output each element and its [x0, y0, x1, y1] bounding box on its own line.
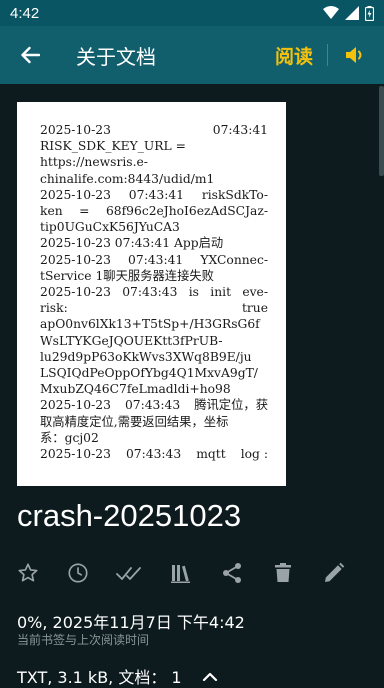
document-line: WsLTYKGeJQOUEKtt3fPrUB-	[40, 333, 223, 348]
document-line-part: ken	[40, 204, 63, 219]
progress-and-time: 0%, 2025年11月7日 下午4:42	[17, 613, 245, 632]
document-line-part: is	[188, 285, 199, 300]
document-line-part: 07:43:41	[128, 252, 184, 267]
document-line-part: 07:43:43	[125, 447, 182, 462]
status-time: 4:42	[10, 4, 40, 22]
document-line: ken = 68f96c2eJhoI6ezAdSCJaz-	[40, 203, 268, 219]
document-line-part: 68f96c2eJhoI6ezAdSCJaz-	[105, 204, 268, 219]
toolbar-divider	[327, 44, 328, 66]
favorite-button[interactable]	[11, 556, 45, 590]
app-bar: 关于文档 阅读	[0, 26, 384, 84]
document-line: chinalife.com:8443/udid/m1	[40, 171, 215, 186]
document-line: RISK_SDK_KEY_URL =	[40, 139, 186, 154]
document-line: MxubZQ46C7feLmadldi+ho98	[40, 382, 231, 397]
clock-icon	[67, 562, 89, 584]
double-check-icon	[116, 562, 142, 584]
document-line: 2025-10-23 07:43:41 riskSdkTo-	[40, 187, 268, 203]
document-line: lu29d9pP63oKkWvs3XWq8B9E/ju	[40, 349, 252, 364]
trash-icon	[273, 562, 293, 584]
page-title: 关于文档	[76, 44, 156, 69]
edit-button[interactable]	[317, 556, 351, 590]
document-line: 2025-10-23 07:43:41	[40, 122, 268, 138]
document-line: tService 1聊天服务器连接失败	[40, 268, 214, 283]
mark-read-button[interactable]	[112, 556, 146, 590]
share-button[interactable]	[215, 556, 249, 590]
file-info-text: TXT, 3.1 kB, 文档： 1	[17, 668, 182, 687]
back-button[interactable]	[2, 26, 58, 84]
speaker-icon	[345, 45, 365, 65]
library-button[interactable]	[164, 556, 198, 590]
document-line: 2025-10-23 07:43:43 腾讯定位，获	[40, 397, 268, 413]
read-button[interactable]: 阅读	[275, 42, 313, 69]
document-line-part: =	[79, 204, 90, 219]
document-line-part: YXConnec-	[200, 252, 268, 267]
star-outline-icon	[17, 562, 39, 584]
document-line-part: eve-	[242, 285, 268, 300]
document-line-part: init	[210, 285, 232, 300]
document-line-part: log :	[240, 447, 268, 462]
document-preview[interactable]: 2025-10-23 07:43:41 RISK_SDK_KEY_URL = http…	[17, 102, 286, 486]
document-line: 2025-10-23 07:43:41 App启动	[40, 236, 224, 251]
document-line: https://newsris.e-	[40, 155, 148, 170]
document-line-part: 07:43:41	[128, 187, 184, 202]
library-icon	[170, 562, 192, 584]
scrollbar[interactable]	[379, 86, 384, 176]
document-line: risk: true	[40, 300, 268, 316]
document-line-part: riskSdkTo-	[201, 187, 268, 202]
document-line-part: 07:43:43	[124, 398, 181, 413]
chevron-up-icon	[202, 671, 218, 681]
document-line-part: risk:	[40, 301, 68, 316]
document-line: 2025-10-23 07:43:43 mqtt log :	[40, 446, 268, 462]
battery-icon	[365, 5, 374, 21]
document-line-part: 2025-10-23	[40, 447, 111, 462]
pencil-icon	[323, 562, 345, 584]
document-line: 2025-10-23 07:43:41 YXConnec-	[40, 252, 268, 268]
delete-button[interactable]	[266, 556, 300, 590]
arrow-back-icon	[20, 46, 40, 64]
document-line: LSQIQdPeOppOfYbg4Q1MxvA9gT/	[40, 366, 258, 381]
document-line-part: 2025-10-23	[40, 285, 111, 300]
document-line: tip0UGuCxK56JYuCA3	[40, 220, 180, 235]
document-line-part: 07:43:41	[212, 123, 268, 137]
signal-icon	[345, 6, 359, 20]
wifi-icon	[323, 6, 339, 20]
progress-caption: 当前书签与上次阅读时间	[17, 633, 150, 647]
document-line: 2025-10-23 07:43:43 is init eve-	[40, 284, 268, 300]
action-toolbar	[0, 556, 384, 590]
status-icons	[323, 5, 374, 21]
file-info[interactable]: TXT, 3.1 kB, 文档： 1	[17, 664, 218, 688]
document-line-part: 腾讯定位，获	[194, 398, 268, 413]
share-icon	[221, 562, 243, 584]
file-name: crash-20251023	[17, 498, 242, 533]
document-line-part: mqtt	[196, 447, 226, 462]
read-aloud-button[interactable]	[338, 35, 372, 75]
document-line-part: 07:43:43	[122, 285, 178, 300]
document-line: apO0nv6lXk13+T5tSp+/H3GRsG6f	[40, 317, 260, 332]
document-line: 取高精度定位,需要返回结果，坐标	[40, 414, 229, 429]
document-line-part: 2025-10-23	[40, 123, 111, 137]
document-line-part: 2025-10-23	[40, 252, 111, 267]
document-line-part: 2025-10-23	[40, 398, 111, 413]
document-line-part: true	[241, 301, 268, 316]
status-bar: 4:42	[0, 0, 384, 26]
document-line-part: 2025-10-23	[40, 187, 111, 202]
history-button[interactable]	[61, 556, 95, 590]
document-line: 系：gcj02	[40, 430, 99, 445]
